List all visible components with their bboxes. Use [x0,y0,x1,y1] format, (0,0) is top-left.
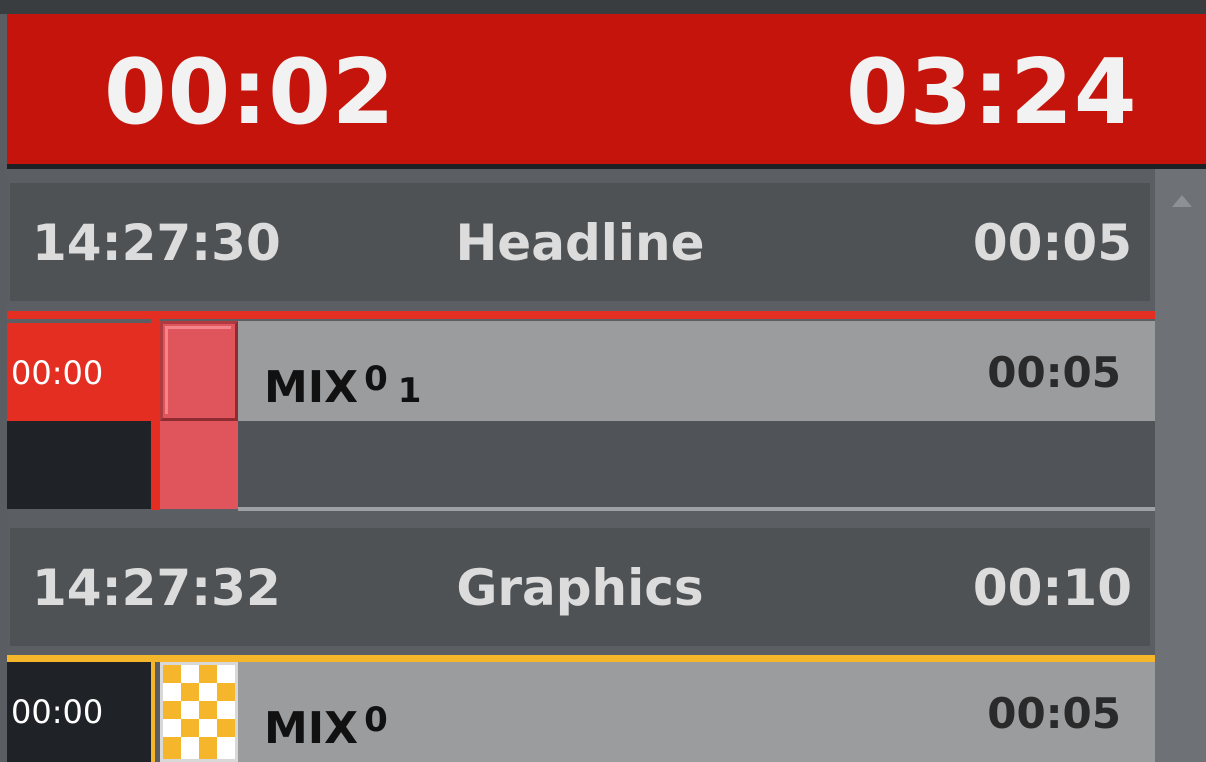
element-name: MIX 0 1 [264,359,422,413]
onair-side-bar [151,319,160,510]
element-time-onair: 00:00 [7,323,151,423]
graphics-checker-icon[interactable] [160,662,238,762]
element-duration: 00:05 [987,689,1121,738]
element-name: MIX 0 [264,700,388,754]
element-time-next: 00:00 [7,662,151,762]
story-duration: 00:05 [972,214,1132,272]
scroll-up-arrow-icon[interactable] [1172,195,1192,207]
element-row-mix-onair[interactable]: MIX 0 1 00:05 [238,321,1155,421]
element-time-lower [7,421,151,509]
story-duration: 00:10 [972,559,1132,617]
element-row-mix-next[interactable]: MIX 0 00:05 [238,662,1155,762]
element-type-button[interactable] [160,321,238,421]
button-highlight [165,326,231,414]
remaining-timer: 03:24 [846,40,1138,145]
onair-indicator-line [7,311,1155,319]
element-divider [238,507,1155,511]
element-color-strip [160,421,238,509]
story-header-headline[interactable]: 14:27:30 Headline 00:05 [10,183,1150,301]
top-strip [0,0,1206,14]
story-header-graphics[interactable]: 14:27:32 Graphics 00:10 [10,528,1150,646]
element-detail-row [238,421,1155,508]
next-indicator-line [7,655,1155,662]
element-duration: 00:05 [987,348,1121,397]
vertical-scrollbar[interactable] [1155,169,1206,762]
elapsed-timer: 00:02 [104,40,396,145]
